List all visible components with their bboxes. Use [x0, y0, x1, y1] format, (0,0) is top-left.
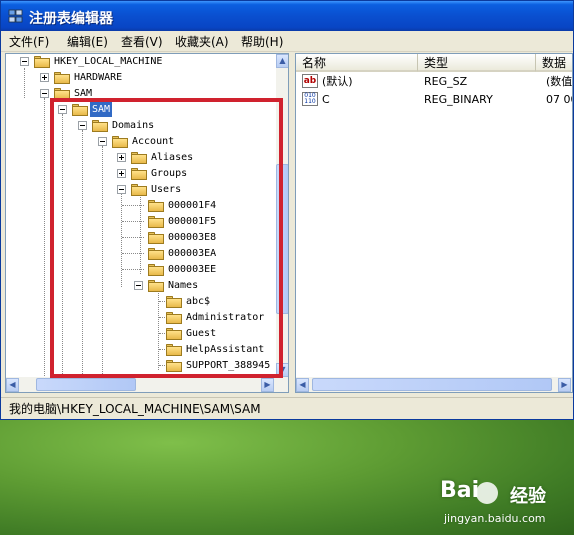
highlight-box: [50, 98, 283, 378]
collapse-toggle[interactable]: [40, 89, 49, 98]
binary-value-icon: 010 110: [302, 92, 318, 106]
watermark-brand: Bai: [440, 478, 480, 503]
collapse-toggle[interactable]: [20, 57, 29, 66]
baidu-watermark: Bai 经验 jingyan.baidu.com: [440, 478, 570, 533]
scroll-left-icon[interactable]: ◀: [296, 378, 309, 392]
scroll-right-icon[interactable]: ▶: [261, 378, 274, 392]
menu-favorites[interactable]: 收藏夹(A): [175, 33, 229, 50]
tree-connector: [24, 68, 25, 98]
scroll-right-icon[interactable]: ▶: [558, 378, 571, 392]
menu-help[interactable]: 帮助(H): [241, 33, 283, 50]
column-header-data[interactable]: 数据: [536, 54, 572, 72]
folder-icon: [54, 72, 70, 84]
status-bar: 我的电脑\HKEY_LOCAL_MACHINE\SAM\SAM: [1, 397, 573, 419]
value-row[interactable]: 010110 C REG_BINARY 07 00: [302, 91, 572, 108]
column-header-type[interactable]: 类型: [418, 54, 536, 72]
value-row[interactable]: ab (默认) REG_SZ (数值: [302, 73, 572, 90]
scroll-up-icon[interactable]: ▲: [276, 54, 288, 68]
column-header-name[interactable]: 名称: [296, 54, 418, 72]
scroll-thumb[interactable]: [312, 378, 552, 391]
scroll-thumb[interactable]: [36, 378, 136, 391]
values-horizontal-scrollbar[interactable]: ◀ ▶: [296, 377, 572, 392]
menu-view[interactable]: 查看(V): [121, 33, 163, 50]
menu-bar: 文件(F) 编辑(E) 查看(V) 收藏夹(A) 帮助(H): [1, 31, 573, 52]
menu-file[interactable]: 文件(F): [9, 33, 49, 50]
menu-edit[interactable]: 编辑(E): [67, 33, 108, 50]
tree-item-hklm[interactable]: HKEY_LOCAL_MACHINE: [18, 54, 268, 69]
registry-editor-icon: [8, 9, 23, 23]
tree-item-hardware[interactable]: HARDWARE: [38, 70, 268, 85]
watermark-url: jingyan.baidu.com: [444, 512, 546, 525]
paw-icon: [476, 482, 498, 504]
folder-open-icon: [34, 56, 50, 68]
window-title: 注册表编辑器: [29, 11, 113, 27]
tree-horizontal-scrollbar[interactable]: ◀ ▶: [6, 377, 288, 392]
ab-string-icon: ab: [302, 74, 318, 88]
title-bar[interactable]: 注册表编辑器: [1, 1, 573, 31]
expand-toggle[interactable]: [40, 73, 49, 82]
tree-connector: [44, 98, 45, 388]
values-list[interactable]: 名称 类型 数据 ab (默认) REG_SZ (数值 010 110 C REG…: [295, 53, 573, 393]
scroll-left-icon[interactable]: ◀: [6, 378, 19, 392]
watermark-brand-cn: 经验: [510, 486, 546, 507]
